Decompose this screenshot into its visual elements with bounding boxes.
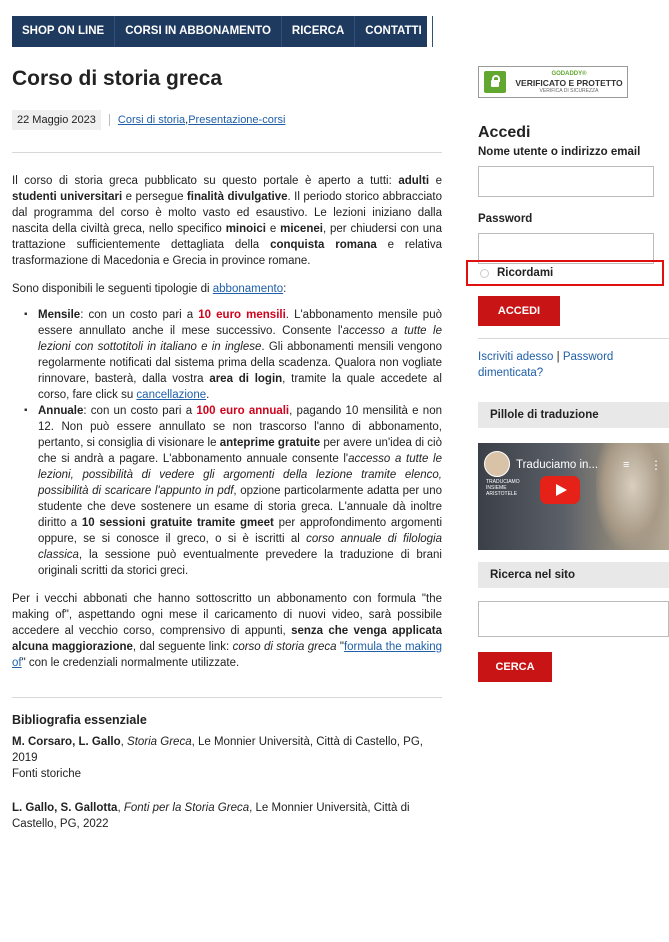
old-text-3: con le credenziali normalmente utilizzat…: [25, 657, 240, 669]
meta-divider: [108, 114, 110, 126]
bibliography-entry: L. Gallo, S. Gallotta, Fonti per la Stor…: [12, 800, 442, 832]
top-bar: SHOP ON LINE CORSI IN ABBONAMENTO RICERC…: [0, 0, 669, 47]
biblio-work: Storia Greca: [127, 736, 192, 748]
annual-price: 100 euro annuali: [196, 405, 290, 417]
video-embed[interactable]: Traduciamo in... ≡ ⋮ TRADUCIAMO INSIEME …: [478, 443, 669, 550]
list-item-monthly: Mensile: con un costo pari a 10 euro men…: [24, 307, 442, 403]
annual-bold-anteprime: anteprime gratuite: [219, 437, 321, 449]
remember-checkbox[interactable]: [480, 268, 489, 278]
video-caption: TRADUCIAMO INSIEME ARISTOTELE: [486, 479, 520, 497]
queue-icon[interactable]: ≡: [623, 457, 629, 473]
monthly-text-5: .: [206, 389, 210, 401]
intro-paragraph: Il corso di storia greca pubblicato su q…: [12, 173, 442, 269]
list-item-annual: Annuale: con un costo pari a 100 euro an…: [24, 403, 442, 579]
search-input[interactable]: [478, 601, 669, 637]
article: Corso di storia greca 22 Maggio 2023 Cor…: [12, 66, 442, 832]
username-input[interactable]: [478, 166, 654, 197]
intro-text-2: e: [429, 175, 442, 187]
play-icon[interactable]: [540, 476, 580, 504]
abbonamento-link[interactable]: abbonamento: [213, 283, 283, 295]
types-colon: :: [283, 283, 287, 295]
biblio-work: Fonti per la Storia Greca: [123, 802, 250, 814]
badge-main: VERIFICATO E PROTETTO: [515, 77, 623, 88]
nav-corsi-abbonamento[interactable]: CORSI IN ABBONAMENTO: [115, 16, 282, 47]
register-link[interactable]: Iscriviti adesso: [478, 351, 553, 363]
intro-bold-adulti: adulti: [398, 175, 430, 187]
monthly-bold-login: area di login: [209, 373, 283, 385]
annual-bold-sessioni: 10 sessioni gratuite tramite gmeet: [81, 517, 274, 529]
old-text-2: , dal seguente link:: [132, 641, 233, 653]
badge-brand: GODADDY®: [551, 70, 587, 77]
security-badge[interactable]: GODADDY® VERIFICATO E PROTETTO VERIFICA …: [478, 66, 628, 98]
biblio-authors: L. Gallo, S. Gallotta: [12, 802, 118, 814]
links-separator: |: [553, 351, 563, 363]
search-button[interactable]: CERCA: [478, 652, 552, 682]
intro-bold-micenei: micenei: [280, 223, 323, 235]
bibliography-entry: M. Corsaro, L. Gallo, Storia Greca, Le M…: [12, 734, 442, 782]
account-links: Iscriviti adesso | Password dimenticata?: [478, 349, 668, 381]
lock-icon: [484, 71, 506, 93]
divider: [478, 338, 669, 339]
bibliography-title: Bibliografia essenziale: [12, 713, 147, 727]
password-label: Password: [478, 213, 533, 225]
intro-text-3: e persegue: [122, 191, 187, 203]
sidebar: GODADDY® VERIFICATO E PROTETTO VERIFICA …: [478, 66, 669, 264]
nav-contatti[interactable]: CONTATTI: [355, 16, 433, 47]
page-title: Corso di storia greca: [12, 67, 223, 90]
monthly-price: 10 euro mensili: [198, 309, 286, 321]
video-title[interactable]: Traduciamo in...: [516, 457, 598, 473]
intro-text-5: e: [265, 223, 281, 235]
monthly-text-1: : con un costo pari a: [80, 309, 199, 321]
login-title: Accedi: [478, 124, 531, 141]
cancellazione-link[interactable]: cancellazione: [136, 389, 206, 401]
biblio-authors: M. Corsaro, L. Gallo: [12, 736, 121, 748]
old-subscribers-paragraph: Per i vecchi abbonati che hanno sottoscr…: [12, 591, 442, 671]
subscription-list: Mensile: con un costo pari a 10 euro men…: [24, 307, 442, 579]
old-quote-open: ": [336, 641, 344, 653]
search-section-title: Ricerca nel sito: [478, 562, 669, 588]
types-paragraph: Sono disponibili le seguenti tipologie d…: [12, 281, 442, 297]
biblio-note: Fonti storiche: [12, 768, 82, 780]
more-vert-icon[interactable]: ⋮: [650, 457, 662, 473]
types-intro: Sono disponibili le seguenti tipologie d…: [12, 283, 213, 295]
badge-text: GODADDY® VERIFICATO E PROTETTO VERIFICA …: [511, 71, 627, 94]
intro-bold-minoici: minoici: [225, 223, 266, 235]
intro-bold-conquista: conquista romana: [270, 239, 377, 251]
category-link-storia[interactable]: Corsi di storia: [118, 112, 185, 128]
login-button[interactable]: ACCEDI: [478, 296, 560, 326]
intro-bold-studenti: studenti universitari: [12, 191, 123, 203]
old-italic: corso di storia greca: [232, 641, 337, 653]
monthly-label: Mensile: [38, 309, 81, 321]
annual-text-6: , la sessione può eventualmente preveder…: [38, 549, 442, 577]
nav-ricerca[interactable]: RICERCA: [282, 16, 356, 47]
remember-me-row: Ricordami: [466, 260, 664, 286]
post-date: 22 Maggio 2023: [12, 110, 101, 130]
badge-sub: VERIFICA DI SICUREZZA: [539, 87, 599, 94]
divider: [12, 697, 442, 698]
intro-text-1: Il corso di storia greca pubblicato su q…: [12, 175, 399, 187]
category-link-presentazione[interactable]: Presentazione-corsi: [188, 112, 285, 128]
remember-label: Ricordami: [497, 267, 554, 279]
nav-shop-online[interactable]: SHOP ON LINE: [12, 16, 116, 47]
post-meta: 22 Maggio 2023 Corsi di storia, Presenta…: [12, 110, 442, 130]
channel-avatar[interactable]: [484, 451, 510, 477]
annual-label: Annuale: [38, 405, 84, 417]
pills-section-title: Pillole di traduzione: [478, 402, 669, 428]
intro-bold-finalita: finalità divulgative: [186, 191, 288, 203]
main-nav: SHOP ON LINE CORSI IN ABBONAMENTO RICERC…: [12, 16, 433, 47]
annual-text-1: : con un costo pari a: [83, 405, 197, 417]
username-label: Nome utente o indirizzo email: [478, 146, 641, 158]
divider: [12, 152, 442, 153]
